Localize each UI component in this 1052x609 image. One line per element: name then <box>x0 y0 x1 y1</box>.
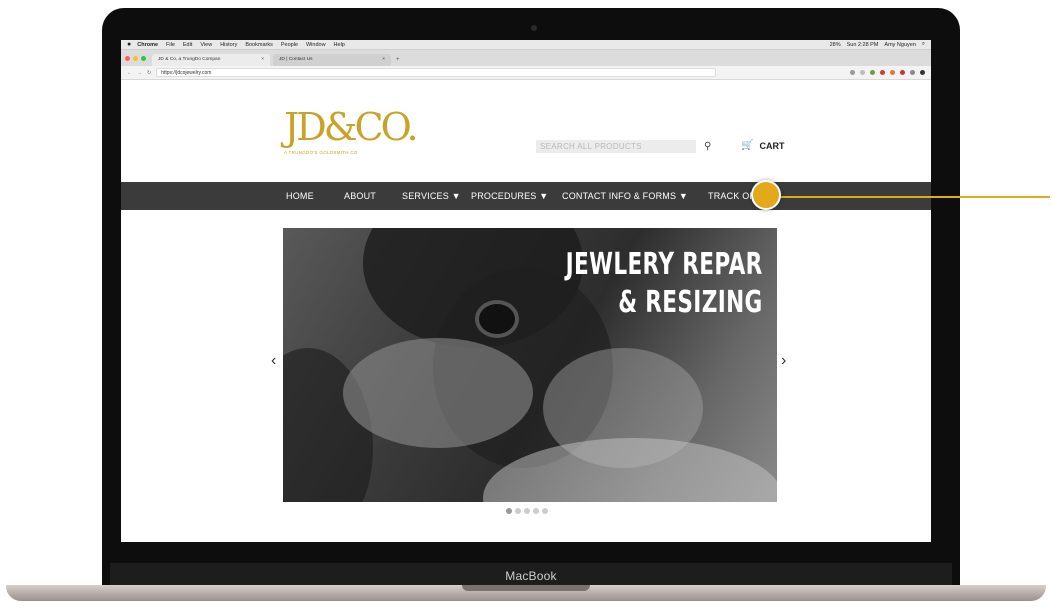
tab-close-icon[interactable]: × <box>382 57 385 63</box>
new-tab-button[interactable]: + <box>396 57 400 63</box>
extension-icon[interactable] <box>870 70 875 75</box>
nav-about[interactable]: ABOUT <box>344 191 376 201</box>
menu-file[interactable]: File <box>166 42 175 48</box>
slider-dot[interactable] <box>533 508 539 514</box>
jeweler-loupe <box>475 300 519 338</box>
annotation-marker <box>751 180 781 210</box>
zoom-window-icon[interactable] <box>141 55 146 61</box>
spotlight-icon[interactable]: ⌕ <box>922 41 925 48</box>
minimize-window-icon[interactable] <box>133 55 138 61</box>
url-text: https://jdcojewelry.com <box>161 69 212 76</box>
camera-icon <box>531 25 537 31</box>
slider-dot[interactable] <box>524 508 530 514</box>
laptop-notch <box>462 585 590 591</box>
slider-next-icon[interactable]: › <box>781 352 786 370</box>
slider-prev-icon[interactable]: ‹ <box>271 352 276 370</box>
slider-dot[interactable] <box>542 508 548 514</box>
menu-app[interactable]: Chrome <box>137 42 158 48</box>
clock-text[interactable]: Sun 2:28 PM <box>847 42 879 48</box>
address-bar: ← → ↻ https://jdcojewelry.com <box>121 66 931 80</box>
cart-label: CART <box>759 140 785 151</box>
nav-home[interactable]: HOME <box>286 191 314 201</box>
tab-title: JD & Co, a TrungDo Compan <box>158 57 221 62</box>
extension-icon[interactable] <box>880 70 885 75</box>
logo-text: JD&CO. <box>284 105 419 149</box>
mac-menubar: ● Chrome File Edit View History Bookmark… <box>121 40 931 50</box>
tab-jdco-home[interactable]: JD & Co, a TrungDo Compan × <box>152 54 270 66</box>
extension-icon[interactable] <box>890 70 895 75</box>
tab-close-icon[interactable]: × <box>261 57 264 63</box>
back-icon[interactable]: ← <box>127 70 132 76</box>
photo-shape <box>343 338 533 448</box>
site-header: JD&CO. A TRUNGDO'S GOLDSMITH CO SEARCH A… <box>121 80 931 182</box>
logo-tagline: A TRUNGDO'S GOLDSMITH CO <box>284 150 358 155</box>
menu-history[interactable]: History <box>220 42 237 48</box>
slider-dot[interactable] <box>506 508 512 514</box>
reload-icon[interactable]: ↻ <box>147 70 151 76</box>
menu-people[interactable]: People <box>281 42 298 48</box>
profile-icon[interactable] <box>920 70 925 75</box>
tab-bar: JD & Co, a TrungDo Compan × JD | Contact… <box>121 50 931 66</box>
nav-contact-info-forms[interactable]: CONTACT INFO & FORMS ▼ <box>562 191 688 201</box>
annotation-line <box>766 196 1050 198</box>
extension-icon[interactable] <box>900 70 905 75</box>
user-name[interactable]: Amy Nguyen <box>884 42 916 48</box>
browser-screen: ● Chrome File Edit View History Bookmark… <box>121 40 931 542</box>
search-icon[interactable]: ⚲ <box>704 141 711 152</box>
zoom-icon[interactable] <box>850 70 855 75</box>
menu-view[interactable]: View <box>200 42 212 48</box>
extensions <box>850 70 925 75</box>
nav-procedures[interactable]: PROCEDURES ▼ <box>471 191 548 201</box>
close-window-icon[interactable] <box>125 55 130 61</box>
site-logo[interactable]: JD&CO. A TRUNGDO'S GOLDSMITH CO <box>284 105 419 157</box>
star-icon[interactable] <box>860 70 865 75</box>
menu-bookmarks[interactable]: Bookmarks <box>245 42 273 48</box>
hero-headline: JEWLERY REPAR & RESIZING <box>566 246 763 322</box>
menu-help[interactable]: Help <box>334 42 345 48</box>
device-brand-label: MacBook <box>505 568 557 583</box>
slider-dots <box>506 508 548 514</box>
slider-dot[interactable] <box>515 508 521 514</box>
tab-title: JD | Contact Us <box>279 57 313 62</box>
hero-line-2: & RESIZING <box>618 285 763 320</box>
menu-window[interactable]: Window <box>306 42 326 48</box>
url-field[interactable]: https://jdcojewelry.com <box>156 68 717 77</box>
search-input[interactable]: SEARCH ALL PRODUCTS <box>536 140 696 153</box>
nav-track-order[interactable]: TRACK OR <box>708 191 756 201</box>
battery-text[interactable]: 28% <box>830 42 841 48</box>
apple-icon[interactable]: ● <box>127 41 131 48</box>
window-controls <box>125 50 146 66</box>
menu-edit[interactable]: Edit <box>183 42 192 48</box>
cart-button[interactable]: 🛒 CART <box>741 140 784 151</box>
hero-line-1: JEWLERY REPAR <box>565 247 763 282</box>
cart-icon: 🛒 <box>741 140 754 151</box>
nav-services[interactable]: SERVICES ▼ <box>402 191 461 201</box>
forward-icon[interactable]: → <box>137 70 142 76</box>
menubar-status: 28% Sun 2:28 PM Amy Nguyen ⌕ <box>830 41 925 48</box>
extension-icon[interactable] <box>910 70 915 75</box>
tab-contact-us[interactable]: JD | Contact Us × <box>273 54 391 66</box>
hero-slide[interactable]: JEWLERY REPAR & RESIZING <box>283 228 777 502</box>
